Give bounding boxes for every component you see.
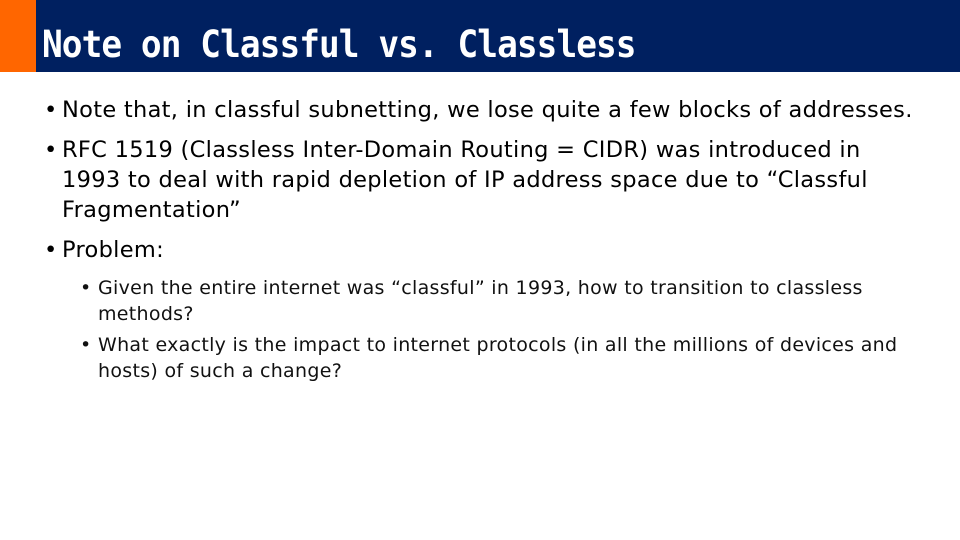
- sub-bullet-list: • Given the entire internet was “classfu…: [44, 275, 924, 384]
- bullet-dot-icon: •: [44, 137, 58, 163]
- bullet-text: Problem:: [62, 237, 164, 263]
- slide-body: • Note that, in classful subnetting, we …: [44, 95, 924, 389]
- sub-bullet-item: • Given the entire internet was “classfu…: [44, 275, 924, 327]
- bullet-item: • RFC 1519 (Classless Inter-Domain Routi…: [44, 135, 924, 225]
- title-bar: Note on Classful vs. Classless: [0, 0, 960, 72]
- sub-bullet-item: • What exactly is the impact to internet…: [44, 332, 924, 384]
- bullet-text: Note that, in classful subnetting, we lo…: [62, 97, 913, 123]
- bullet-item: • Note that, in classful subnetting, we …: [44, 95, 924, 125]
- accent-block: [0, 0, 36, 72]
- bullet-text: RFC 1519 (Classless Inter-Domain Routing…: [62, 137, 868, 223]
- slide-title: Note on Classful vs. Classless: [42, 23, 637, 66]
- sub-bullet-text: Given the entire internet was “classful”…: [98, 277, 863, 325]
- sub-bullet-text: What exactly is the impact to internet p…: [98, 334, 898, 382]
- bullet-item: • Problem:: [44, 235, 924, 265]
- bullet-dot-icon: •: [44, 237, 58, 263]
- bullet-dot-icon: •: [80, 277, 92, 299]
- bullet-dot-icon: •: [44, 97, 58, 123]
- bullet-dot-icon: •: [80, 334, 92, 356]
